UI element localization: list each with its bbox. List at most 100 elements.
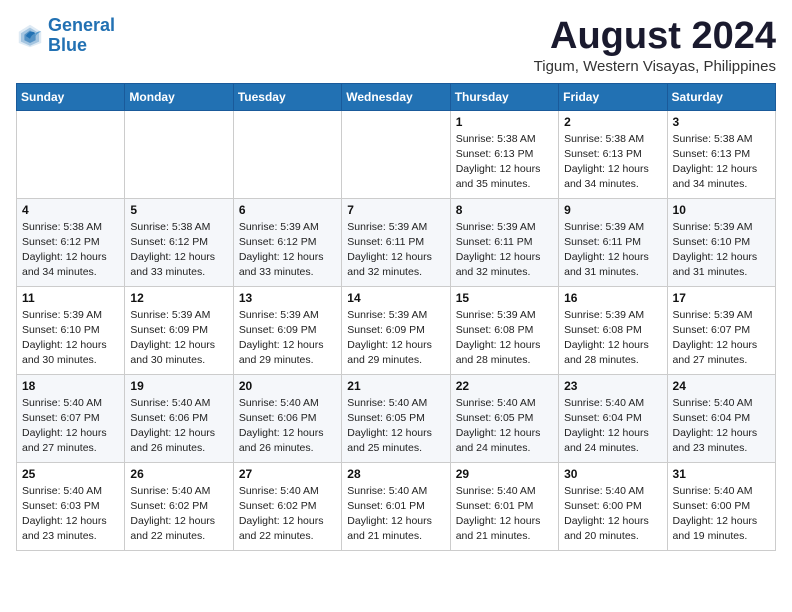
day-number: 14 xyxy=(347,291,444,305)
day-number: 22 xyxy=(456,379,553,393)
calendar-day-header: Friday xyxy=(559,83,667,110)
calendar-cell: 26 Sunrise: 5:40 AM Sunset: 6:02 PM Dayli… xyxy=(125,462,233,550)
day-number: 31 xyxy=(673,467,770,481)
calendar-cell: 13Sunrise: 5:39 AM Sunset: 6:09 PM Dayli… xyxy=(233,286,341,374)
day-info: Sunrise: 5:39 AM Sunset: 6:11 PM Dayligh… xyxy=(564,220,661,281)
day-info: Sunrise: 5:38 AM Sunset: 6:12 PM Dayligh… xyxy=(130,220,227,281)
day-number: 20 xyxy=(239,379,336,393)
calendar-cell xyxy=(233,110,341,198)
day-info: Sunrise: 5:38 AM Sunset: 6:13 PM Dayligh… xyxy=(673,132,770,193)
day-info: Sunrise: 5:40 AM Sunset: 6:02 PM Dayligh… xyxy=(130,484,227,545)
day-info: Sunrise: 5:40 AM Sunset: 6:07 PM Dayligh… xyxy=(22,396,119,457)
day-info: Sunrise: 5:40 AM Sunset: 6:02 PM Dayligh… xyxy=(239,484,336,545)
calendar-cell: 3 Sunrise: 5:38 AM Sunset: 6:13 PM Daylig… xyxy=(667,110,775,198)
day-info: Sunrise: 5:38 AM Sunset: 6:13 PM Dayligh… xyxy=(564,132,661,193)
day-number: 23 xyxy=(564,379,661,393)
day-number: 24 xyxy=(673,379,770,393)
calendar-cell: 16 Sunrise: 5:39 AM Sunset: 6:08 PM Dayli… xyxy=(559,286,667,374)
day-number: 6 xyxy=(239,203,336,217)
day-number: 17 xyxy=(673,291,770,305)
day-number: 19 xyxy=(130,379,227,393)
day-info: Sunrise: 5:39 AM Sunset: 6:09 PM Dayligh… xyxy=(130,308,227,369)
calendar-cell: 6Sunrise: 5:39 AM Sunset: 6:12 PM Daylig… xyxy=(233,198,341,286)
day-number: 30 xyxy=(564,467,661,481)
calendar-week-row: 18 Sunrise: 5:40 AM Sunset: 6:07 PM Dayli… xyxy=(17,374,776,462)
month-year: August 2024 xyxy=(534,16,776,58)
calendar-cell: 12 Sunrise: 5:39 AM Sunset: 6:09 PM Dayli… xyxy=(125,286,233,374)
day-number: 18 xyxy=(22,379,119,393)
location: Tigum, Western Visayas, Philippines xyxy=(534,58,776,75)
day-number: 26 xyxy=(130,467,227,481)
calendar-day-header: Saturday xyxy=(667,83,775,110)
day-info: Sunrise: 5:40 AM Sunset: 6:01 PM Dayligh… xyxy=(456,484,553,545)
logo-line1: General xyxy=(48,15,115,35)
day-info: Sunrise: 5:39 AM Sunset: 6:09 PM Dayligh… xyxy=(347,308,444,369)
calendar-day-header: Tuesday xyxy=(233,83,341,110)
calendar-cell: 24 Sunrise: 5:40 AM Sunset: 6:04 PM Dayli… xyxy=(667,374,775,462)
day-info: Sunrise: 5:38 AM Sunset: 6:12 PM Dayligh… xyxy=(22,220,119,281)
day-number: 28 xyxy=(347,467,444,481)
day-info: Sunrise: 5:40 AM Sunset: 6:06 PM Dayligh… xyxy=(130,396,227,457)
day-number: 16 xyxy=(564,291,661,305)
day-info: Sunrise: 5:40 AM Sunset: 6:05 PM Dayligh… xyxy=(347,396,444,457)
calendar-cell: 29 Sunrise: 5:40 AM Sunset: 6:01 PM Dayli… xyxy=(450,462,558,550)
calendar-cell xyxy=(17,110,125,198)
day-info: Sunrise: 5:40 AM Sunset: 6:05 PM Dayligh… xyxy=(456,396,553,457)
day-info: Sunrise: 5:40 AM Sunset: 6:01 PM Dayligh… xyxy=(347,484,444,545)
logo: General Blue xyxy=(16,16,115,56)
calendar-day-header: Wednesday xyxy=(342,83,450,110)
day-number: 9 xyxy=(564,203,661,217)
calendar-cell xyxy=(125,110,233,198)
day-info: Sunrise: 5:40 AM Sunset: 6:00 PM Dayligh… xyxy=(564,484,661,545)
day-number: 29 xyxy=(456,467,553,481)
day-number: 12 xyxy=(130,291,227,305)
day-info: Sunrise: 5:40 AM Sunset: 6:06 PM Dayligh… xyxy=(239,396,336,457)
day-info: Sunrise: 5:38 AM Sunset: 6:13 PM Dayligh… xyxy=(456,132,553,193)
day-number: 2 xyxy=(564,115,661,129)
day-info: Sunrise: 5:40 AM Sunset: 6:04 PM Dayligh… xyxy=(564,396,661,457)
day-number: 1 xyxy=(456,115,553,129)
calendar-cell: 30 Sunrise: 5:40 AM Sunset: 6:00 PM Dayli… xyxy=(559,462,667,550)
calendar-cell: 15Sunrise: 5:39 AM Sunset: 6:08 PM Dayli… xyxy=(450,286,558,374)
calendar-cell: 2 Sunrise: 5:38 AM Sunset: 6:13 PM Daylig… xyxy=(559,110,667,198)
calendar-cell: 5Sunrise: 5:38 AM Sunset: 6:12 PM Daylig… xyxy=(125,198,233,286)
calendar-cell: 10Sunrise: 5:39 AM Sunset: 6:10 PM Dayli… xyxy=(667,198,775,286)
logo-text2: Blue xyxy=(48,36,115,56)
logo-line2: Blue xyxy=(48,35,87,55)
calendar-cell: 18 Sunrise: 5:40 AM Sunset: 6:07 PM Dayli… xyxy=(17,374,125,462)
day-number: 25 xyxy=(22,467,119,481)
calendar-day-header: Monday xyxy=(125,83,233,110)
day-number: 8 xyxy=(456,203,553,217)
calendar-cell: 27Sunrise: 5:40 AM Sunset: 6:02 PM Dayli… xyxy=(233,462,341,550)
calendar-cell: 19 Sunrise: 5:40 AM Sunset: 6:06 PM Dayli… xyxy=(125,374,233,462)
day-number: 3 xyxy=(673,115,770,129)
calendar-cell: 17Sunrise: 5:39 AM Sunset: 6:07 PM Dayli… xyxy=(667,286,775,374)
calendar-cell: 28 Sunrise: 5:40 AM Sunset: 6:01 PM Dayli… xyxy=(342,462,450,550)
calendar-cell: 14 Sunrise: 5:39 AM Sunset: 6:09 PM Dayli… xyxy=(342,286,450,374)
calendar-table: SundayMondayTuesdayWednesdayThursdayFrid… xyxy=(16,83,776,551)
page-header: General Blue August 2024 Tigum, Western … xyxy=(16,16,776,75)
day-number: 11 xyxy=(22,291,119,305)
day-info: Sunrise: 5:39 AM Sunset: 6:08 PM Dayligh… xyxy=(564,308,661,369)
calendar-week-row: 25 Sunrise: 5:40 AM Sunset: 6:03 PM Dayli… xyxy=(17,462,776,550)
day-info: Sunrise: 5:40 AM Sunset: 6:04 PM Dayligh… xyxy=(673,396,770,457)
calendar-cell: 7Sunrise: 5:39 AM Sunset: 6:11 PM Daylig… xyxy=(342,198,450,286)
calendar-cell: 8 Sunrise: 5:39 AM Sunset: 6:11 PM Daylig… xyxy=(450,198,558,286)
day-number: 21 xyxy=(347,379,444,393)
calendar-week-row: 4 Sunrise: 5:38 AM Sunset: 6:12 PM Daylig… xyxy=(17,198,776,286)
day-info: Sunrise: 5:40 AM Sunset: 6:00 PM Dayligh… xyxy=(673,484,770,545)
day-number: 15 xyxy=(456,291,553,305)
day-info: Sunrise: 5:39 AM Sunset: 6:11 PM Dayligh… xyxy=(456,220,553,281)
title-block: August 2024 Tigum, Western Visayas, Phil… xyxy=(534,16,776,75)
calendar-cell: 11 Sunrise: 5:39 AM Sunset: 6:10 PM Dayli… xyxy=(17,286,125,374)
calendar-cell xyxy=(342,110,450,198)
day-info: Sunrise: 5:40 AM Sunset: 6:03 PM Dayligh… xyxy=(22,484,119,545)
day-info: Sunrise: 5:39 AM Sunset: 6:10 PM Dayligh… xyxy=(22,308,119,369)
logo-text: General xyxy=(48,16,115,36)
calendar-week-row: 11 Sunrise: 5:39 AM Sunset: 6:10 PM Dayli… xyxy=(17,286,776,374)
calendar-cell: 21 Sunrise: 5:40 AM Sunset: 6:05 PM Dayli… xyxy=(342,374,450,462)
day-number: 4 xyxy=(22,203,119,217)
day-info: Sunrise: 5:39 AM Sunset: 6:10 PM Dayligh… xyxy=(673,220,770,281)
calendar-day-header: Sunday xyxy=(17,83,125,110)
calendar-day-header: Thursday xyxy=(450,83,558,110)
